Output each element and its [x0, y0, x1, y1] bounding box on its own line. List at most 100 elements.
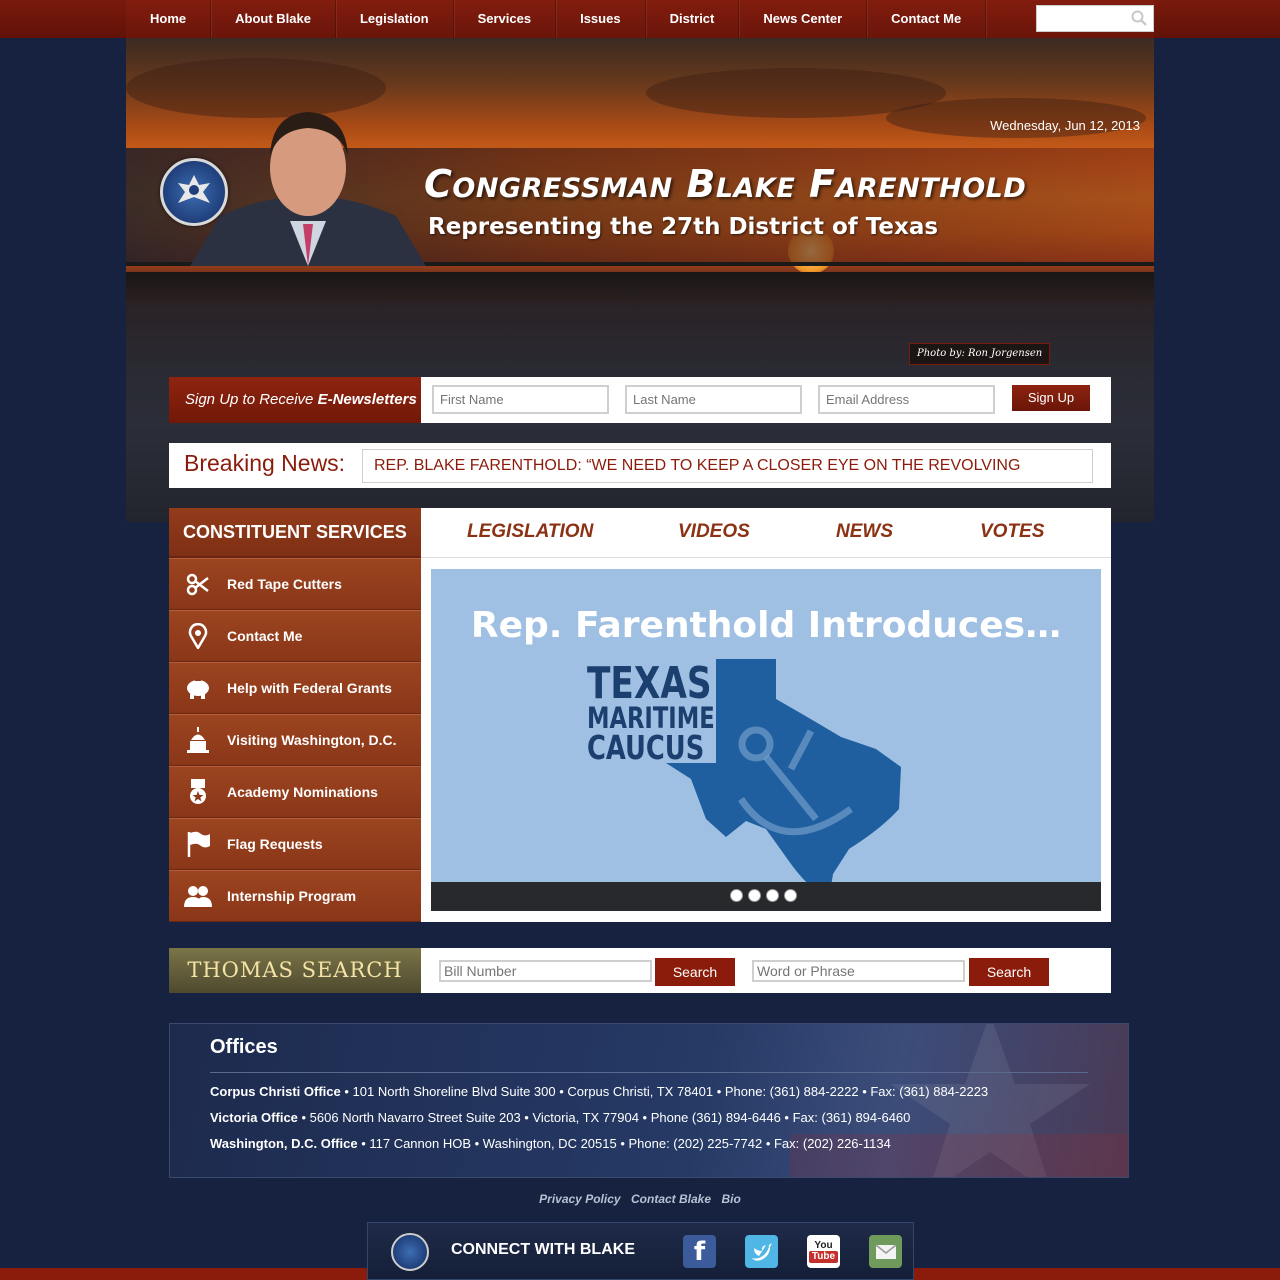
medal-icon [169, 778, 227, 806]
nav-home[interactable]: Home [126, 0, 212, 38]
service-visiting-washington[interactable]: Visiting Washington, D.C. [169, 714, 421, 766]
offices-heading: Offices [210, 1036, 278, 1058]
first-name-field[interactable] [432, 385, 609, 414]
people-icon [169, 884, 227, 908]
newsletter-label-bold: E-Newsletters [317, 391, 417, 408]
congressional-seal-logo[interactable] [160, 158, 228, 226]
youtube-tube-text: Tube [808, 1250, 839, 1263]
nav-contact-me[interactable]: Contact Me [867, 0, 987, 38]
nav-about-blake[interactable]: About Blake [211, 0, 336, 38]
service-label: Red Tape Cutters [227, 576, 342, 592]
office-victoria: Victoria Office • 5606 North Navarro Str… [210, 1110, 910, 1125]
feature-slide[interactable]: Rep. Farenthold Introduces… TEXAS MARITI… [431, 569, 1101, 911]
scissors-icon [169, 571, 227, 597]
top-navigation-bar: Home About Blake Legislation Services Is… [0, 0, 1280, 38]
nav-district[interactable]: District [646, 0, 740, 38]
search-icon[interactable] [1131, 10, 1147, 26]
offices-divider [210, 1072, 1088, 1073]
office-details: • 117 Cannon HOB • Washington, DC 20515 … [357, 1136, 891, 1151]
constituent-services-heading: CONSTITUENT SERVICES [169, 508, 421, 558]
service-label: Academy Nominations [227, 784, 378, 800]
footer-links: Privacy Policy Contact Blake Bio [0, 1190, 1280, 1208]
word-phrase-field[interactable] [752, 960, 965, 982]
piggy-bank-icon [169, 676, 227, 700]
texas-flag-background [790, 1024, 1128, 1177]
slide-caption-line: CAUCUS [587, 728, 705, 768]
feature-tabs: LEGISLATION VIDEOS NEWS VOTES [421, 508, 1111, 558]
newsletter-label-prefix: Sign Up to Receive [185, 391, 318, 408]
youtube-you-text: You [814, 1239, 833, 1251]
slide-dot-2[interactable] [748, 889, 761, 902]
nav-services[interactable]: Services [454, 0, 557, 38]
site-search-input[interactable] [1037, 6, 1131, 31]
last-name-field[interactable] [625, 385, 802, 414]
thomas-search-bar: THOMAS SEARCH Search Search [169, 948, 1111, 993]
newsletter-label: Sign Up to Receive E-Newsletters [169, 377, 421, 423]
breaking-news-bar: Breaking News: REP. BLAKE FARENTHOLD: “W… [169, 443, 1111, 488]
bill-number-field[interactable] [439, 960, 652, 982]
feature-panel: LEGISLATION VIDEOS NEWS VOTES Rep. Faren… [421, 508, 1111, 922]
nav-news-center[interactable]: News Center [739, 0, 868, 38]
service-federal-grants[interactable]: Help with Federal Grants [169, 662, 421, 714]
twitter-icon[interactable] [745, 1235, 778, 1268]
service-contact-me[interactable]: Contact Me [169, 610, 421, 662]
constituent-services-panel: CONSTITUENT SERVICES Red Tape Cutters Co… [169, 508, 421, 922]
breaking-news-label: Breaking News: [184, 450, 346, 476]
office-details: • 101 North Shoreline Blvd Suite 300 • C… [340, 1084, 989, 1099]
header-date: Wednesday, Jun 12, 2013 [990, 118, 1140, 133]
service-label: Flag Requests [227, 836, 323, 852]
page-title: Congressman Blake Farenthold [424, 162, 1027, 206]
phrase-search-button[interactable]: Search [969, 958, 1049, 986]
slide-dot-1[interactable] [730, 889, 743, 902]
service-flag-requests[interactable]: Flag Requests [169, 818, 421, 870]
connect-bar: CONNECT WITH BLAKE f You Tube [367, 1222, 914, 1280]
contact-blake-link[interactable]: Contact Blake [631, 1192, 711, 1206]
facebook-icon[interactable]: f [683, 1235, 716, 1268]
tab-legislation[interactable]: LEGISLATION [467, 521, 593, 543]
service-internship-program[interactable]: Internship Program [169, 870, 421, 922]
top-navigation-inner: Home About Blake Legislation Services Is… [126, 0, 1154, 38]
service-label: Help with Federal Grants [227, 680, 392, 696]
nav-legislation[interactable]: Legislation [336, 0, 454, 38]
email-icon[interactable] [869, 1235, 902, 1268]
slide-pagination [431, 882, 1101, 911]
sign-up-button[interactable]: Sign Up [1012, 385, 1090, 411]
service-label: Contact Me [227, 628, 303, 644]
office-corpus-christi: Corpus Christi Office • 101 North Shorel… [210, 1084, 988, 1099]
shoreline-graphic [126, 272, 1154, 302]
office-name: Washington, D.C. Office [210, 1136, 358, 1151]
office-details: • 5606 North Navarro Street Suite 203 • … [297, 1110, 911, 1125]
photo-credit: Photo by: Ron Jorgensen [909, 343, 1051, 365]
breaking-news-headline[interactable]: REP. BLAKE FARENTHOLD: “WE NEED TO KEEP … [362, 449, 1093, 483]
service-red-tape-cutters[interactable]: Red Tape Cutters [169, 558, 421, 610]
tab-videos[interactable]: VIDEOS [678, 521, 750, 543]
tab-votes[interactable]: VOTES [980, 521, 1044, 543]
youtube-icon[interactable]: You Tube [807, 1235, 840, 1268]
email-field[interactable] [818, 385, 995, 414]
privacy-policy-link[interactable]: Privacy Policy [539, 1192, 620, 1206]
office-washington-dc: Washington, D.C. Office • 117 Cannon HOB… [210, 1136, 891, 1151]
site-search [1036, 5, 1154, 32]
seal-icon [391, 1233, 429, 1271]
thomas-search-logo: THOMAS SEARCH [169, 948, 421, 993]
slide-caption: TEXAS MARITIME CAUCUS [587, 658, 751, 768]
service-label: Internship Program [227, 888, 357, 904]
connect-label: CONNECT WITH BLAKE [451, 1241, 635, 1258]
map-pin-icon [169, 623, 227, 649]
slide-title: Rep. Farenthold Introduces… [470, 605, 1062, 646]
slide-caption-line: TEXAS [587, 658, 712, 709]
page-subtitle: Representing the 27th District of Texas [428, 214, 939, 240]
bio-link[interactable]: Bio [721, 1192, 740, 1206]
slide-dot-3[interactable] [766, 889, 779, 902]
service-academy-nominations[interactable]: Academy Nominations [169, 766, 421, 818]
office-name: Victoria Office [210, 1110, 298, 1125]
newsletter-signup: Sign Up to Receive E-Newsletters Sign Up [169, 377, 1111, 423]
bill-search-button[interactable]: Search [655, 958, 735, 986]
nav-issues[interactable]: Issues [556, 0, 646, 38]
tab-news[interactable]: NEWS [836, 521, 893, 543]
capitol-icon [169, 726, 227, 754]
slide-dot-4[interactable] [784, 889, 797, 902]
offices-section: Offices Corpus Christi Office • 101 Nort… [169, 1023, 1129, 1178]
office-name: Corpus Christi Office [210, 1084, 341, 1099]
flag-icon [169, 830, 227, 858]
